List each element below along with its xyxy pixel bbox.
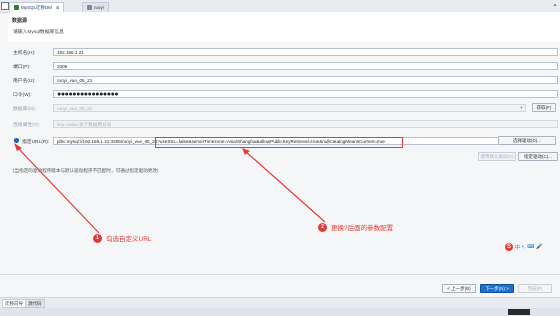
tab-migration-wizard[interactable]: 迁移向导 xyxy=(2,299,26,308)
ime-toolbar[interactable]: S 中 •, ⌨ 🎤 xyxy=(505,243,543,251)
annotation-arrows xyxy=(14,143,326,234)
ime-chinese-icon[interactable]: 中 xyxy=(515,244,520,251)
annotation-2: 2 更换?后面的参数配置 xyxy=(318,222,393,232)
finish-button[interactable]: 完成(F) xyxy=(518,284,552,293)
ime-logo-icon: S xyxy=(505,243,513,251)
bottom-tab-bar: 迁移向导 源代码 xyxy=(0,297,560,308)
ime-punct-icon[interactable]: •, xyxy=(522,244,525,250)
status-bar xyxy=(0,308,560,316)
wizard-divider xyxy=(0,274,560,275)
arrow-1-head xyxy=(14,143,22,151)
annotation-1-text: 勾选自定义URL xyxy=(106,236,152,243)
annotation-1: 1 勾选自定义URL xyxy=(93,233,152,243)
status-indicator xyxy=(508,309,530,315)
arrow-2-line xyxy=(244,150,326,223)
ime-mic-icon[interactable]: 🎤 xyxy=(536,244,542,250)
annotation-1-number: 1 xyxy=(93,233,102,243)
next-button[interactable]: 下一步(N) > xyxy=(480,284,514,293)
tab-source-code[interactable]: 源代码 xyxy=(25,299,45,308)
annotation-2-number: 2 xyxy=(318,222,327,232)
arrow-1-line xyxy=(16,146,100,234)
ime-keyboard-icon[interactable]: ⌨ xyxy=(527,244,534,250)
annotation-2-text: 更换?后面的参数配置 xyxy=(331,225,394,232)
back-button[interactable]: < 上一步(B) xyxy=(442,284,476,293)
